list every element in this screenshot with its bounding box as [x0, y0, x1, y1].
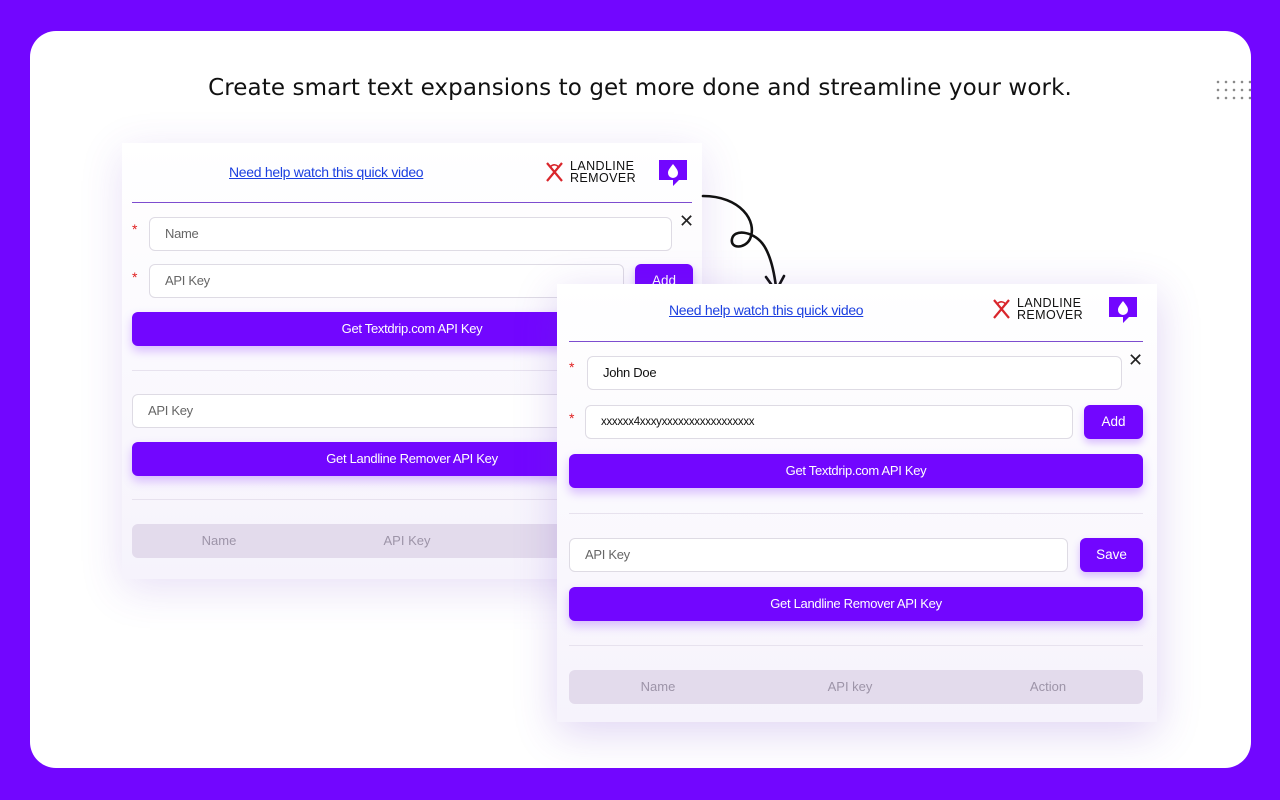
chat-drop-icon[interactable]	[1107, 295, 1139, 325]
table-header-api-key: API key	[827, 679, 873, 694]
api-key-input[interactable]: API Key	[149, 264, 624, 298]
chat-drop-icon[interactable]	[657, 158, 689, 188]
table-header-action: Action	[1029, 679, 1067, 694]
required-marker: *	[132, 269, 138, 285]
help-video-link[interactable]: Need help watch this quick video	[669, 302, 864, 318]
landline-api-key-input[interactable]: API Key	[132, 394, 612, 428]
close-icon[interactable]: ✕	[679, 212, 694, 230]
required-marker: *	[569, 410, 575, 426]
add-button[interactable]: Add	[1084, 405, 1143, 439]
header-divider	[569, 341, 1143, 342]
header-divider	[132, 202, 692, 203]
brand-logo: LANDLINE REMOVER	[544, 159, 636, 185]
front-panel: Need help watch this quick video LANDLIN…	[557, 284, 1157, 722]
decorative-dot-grid	[1214, 78, 1251, 102]
save-button[interactable]: Save	[1080, 538, 1143, 572]
help-video-link[interactable]: Need help watch this quick video	[229, 164, 424, 180]
section-divider	[569, 513, 1143, 514]
landline-remover-logo-icon	[993, 299, 1010, 319]
required-marker: *	[569, 359, 575, 375]
landline-remover-logo-icon	[546, 162, 563, 182]
brand-line-2: REMOVER	[570, 171, 637, 185]
required-marker: *	[132, 221, 138, 237]
landline-api-key-input[interactable]: API Key	[569, 538, 1068, 572]
canvas: Create smart text expansions to get more…	[30, 31, 1251, 768]
api-key-input[interactable]: xxxxxx4xxxyxxxxxxxxxxxxxxxxx	[585, 405, 1073, 439]
get-landline-key-button[interactable]: Get Landline Remover API Key	[569, 587, 1143, 621]
name-input[interactable]: John Doe	[587, 356, 1122, 390]
name-input[interactable]: Name	[149, 217, 672, 251]
keys-table-header: Name API key Action	[569, 670, 1143, 704]
section-divider	[569, 645, 1143, 646]
table-header-api-key: API Key	[383, 533, 431, 548]
close-icon[interactable]: ✕	[1128, 351, 1143, 369]
headline: Create smart text expansions to get more…	[208, 75, 1072, 101]
brand-wordmark: LANDLINE REMOVER	[570, 160, 637, 185]
table-header-name: Name	[640, 679, 676, 694]
brand-line-2: REMOVER	[1017, 308, 1084, 322]
get-textdrip-key-button[interactable]: Get Textdrip.com API Key	[569, 454, 1143, 488]
brand-logo: LANDLINE REMOVER	[991, 296, 1083, 322]
table-header-name: Name	[201, 533, 237, 548]
brand-wordmark: LANDLINE REMOVER	[1017, 297, 1084, 322]
